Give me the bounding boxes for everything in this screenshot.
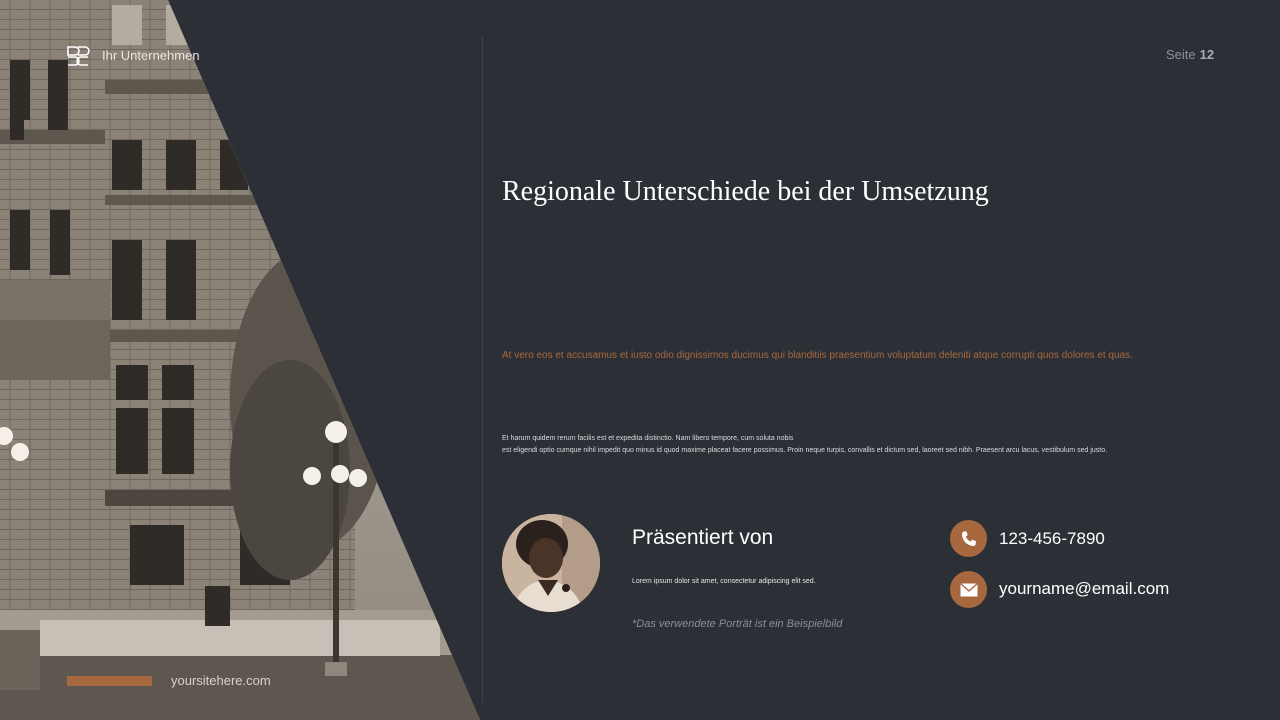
email-address[interactable]: yourname@email.com <box>999 579 1169 599</box>
building-photo <box>0 0 480 720</box>
body-text-line: Et harum quidem rerum facilis est et exp… <box>502 435 794 442</box>
body-text-line: est eligendi optio cumque nihil impedit … <box>502 447 1108 454</box>
presenter-portrait <box>502 514 600 612</box>
website-link[interactable]: yoursitehere.com <box>171 673 271 688</box>
phone-icon <box>950 520 987 557</box>
presenter-description: Lorem ipsum dolor sit amet, consectetur … <box>632 578 816 585</box>
accent-bar <box>67 676 152 686</box>
company-name: Ihr Unternehmen <box>102 48 200 63</box>
portrait-disclaimer: *Das verwendete Porträt ist ein Beispiel… <box>632 618 843 630</box>
page-label: Seite <box>1166 47 1196 62</box>
envelope-icon <box>950 571 987 608</box>
highlight-text: At vero eos et accusamus et iusto odio d… <box>502 350 1133 361</box>
company-logo-icon <box>66 45 90 67</box>
slide: Ihr Unternehmen yoursitehere.com Seite 12… <box>0 0 1280 720</box>
page-number: 12 <box>1199 47 1215 62</box>
presenter-heading: Präsentiert von <box>632 526 774 549</box>
body-text: Et harum quidem rerum facilis est et exp… <box>502 433 1222 457</box>
vertical-divider <box>482 36 483 702</box>
page-title: Regionale Unterschiede bei der Umsetzung <box>502 176 989 207</box>
phone-number[interactable]: 123-456-7890 <box>999 529 1105 549</box>
page-indicator: Seite 12 <box>1166 47 1214 62</box>
